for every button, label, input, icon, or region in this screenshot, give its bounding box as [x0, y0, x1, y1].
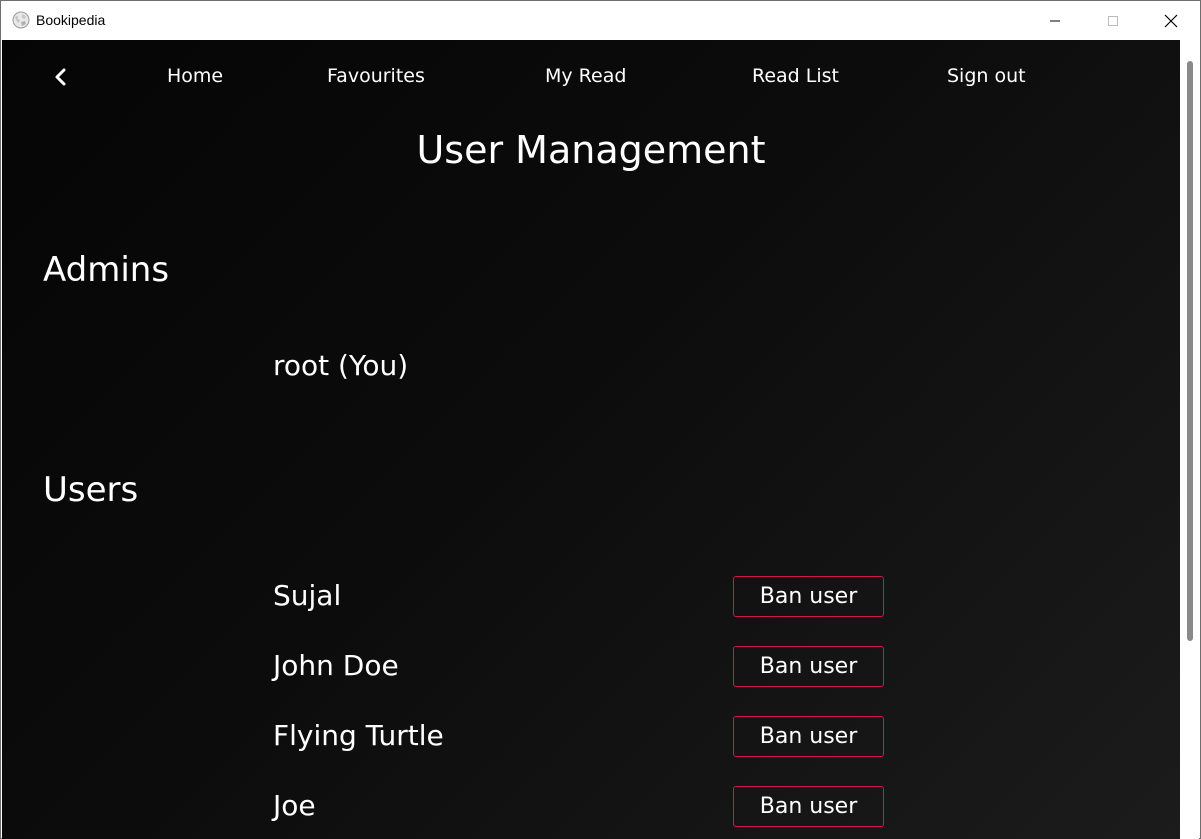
- users-heading: Users: [43, 470, 139, 510]
- user-name: John Doe: [273, 649, 399, 682]
- ban-user-button[interactable]: Ban user: [733, 646, 884, 687]
- main-content: Home Favourites My Read Read List Sign o…: [2, 40, 1199, 839]
- ban-user-button[interactable]: Ban user: [733, 576, 884, 617]
- wikipedia-globe-icon: [12, 11, 30, 29]
- nav-sign-out[interactable]: Sign out: [947, 65, 1026, 87]
- chevron-left-icon: [55, 68, 66, 86]
- nav-home[interactable]: Home: [167, 65, 223, 87]
- minimize-button[interactable]: [1026, 1, 1084, 40]
- admins-heading: Admins: [43, 250, 170, 290]
- maximize-button[interactable]: [1084, 1, 1142, 40]
- maximize-icon: [1108, 15, 1118, 26]
- window-title: Bookipedia: [36, 12, 106, 28]
- back-button[interactable]: [50, 66, 72, 88]
- user-name: Flying Turtle: [273, 719, 444, 752]
- close-button[interactable]: [1142, 1, 1200, 40]
- app-window: Bookipedia Home Favourites My Read Read …: [0, 0, 1201, 839]
- ban-user-button[interactable]: Ban user: [733, 716, 884, 757]
- nav-read-list[interactable]: Read List: [752, 65, 839, 87]
- minimize-icon: [1050, 20, 1060, 21]
- close-icon: [1164, 14, 1178, 27]
- title-bar[interactable]: Bookipedia: [1, 1, 1200, 40]
- scrollbar-thumb[interactable]: [1187, 61, 1193, 641]
- nav-favourites[interactable]: Favourites: [327, 65, 425, 87]
- user-name: Joe: [273, 789, 316, 822]
- page-title: User Management: [416, 128, 766, 172]
- nav-my-read[interactable]: My Read: [545, 65, 626, 87]
- vertical-scrollbar[interactable]: [1180, 40, 1199, 839]
- admin-name: root (You): [273, 349, 409, 382]
- ban-user-button[interactable]: Ban user: [733, 786, 884, 827]
- user-name: Sujal: [273, 579, 342, 612]
